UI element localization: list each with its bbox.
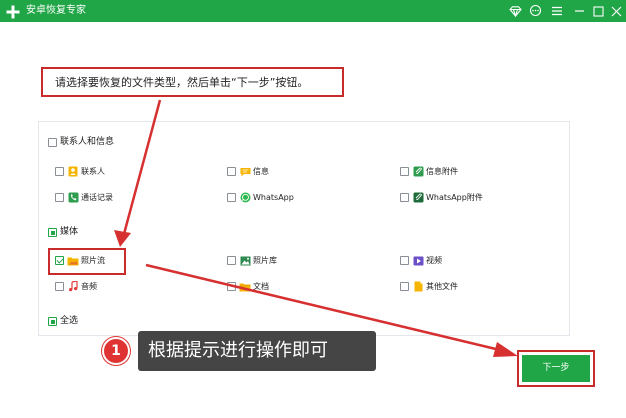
step-number-badge: 1 [102, 337, 130, 365]
android-recovery-window: 安卓恢复专家 请选择要恢复的文件类型，然后单击“下一步”按钮。 联系人和信息 联… [0, 0, 626, 418]
hint-text: 根据提示进行操作即可 [148, 340, 328, 361]
hint-tooltip: 根据提示进行操作即可 [138, 331, 376, 371]
arrow-to-photo-stream [114, 99, 162, 247]
